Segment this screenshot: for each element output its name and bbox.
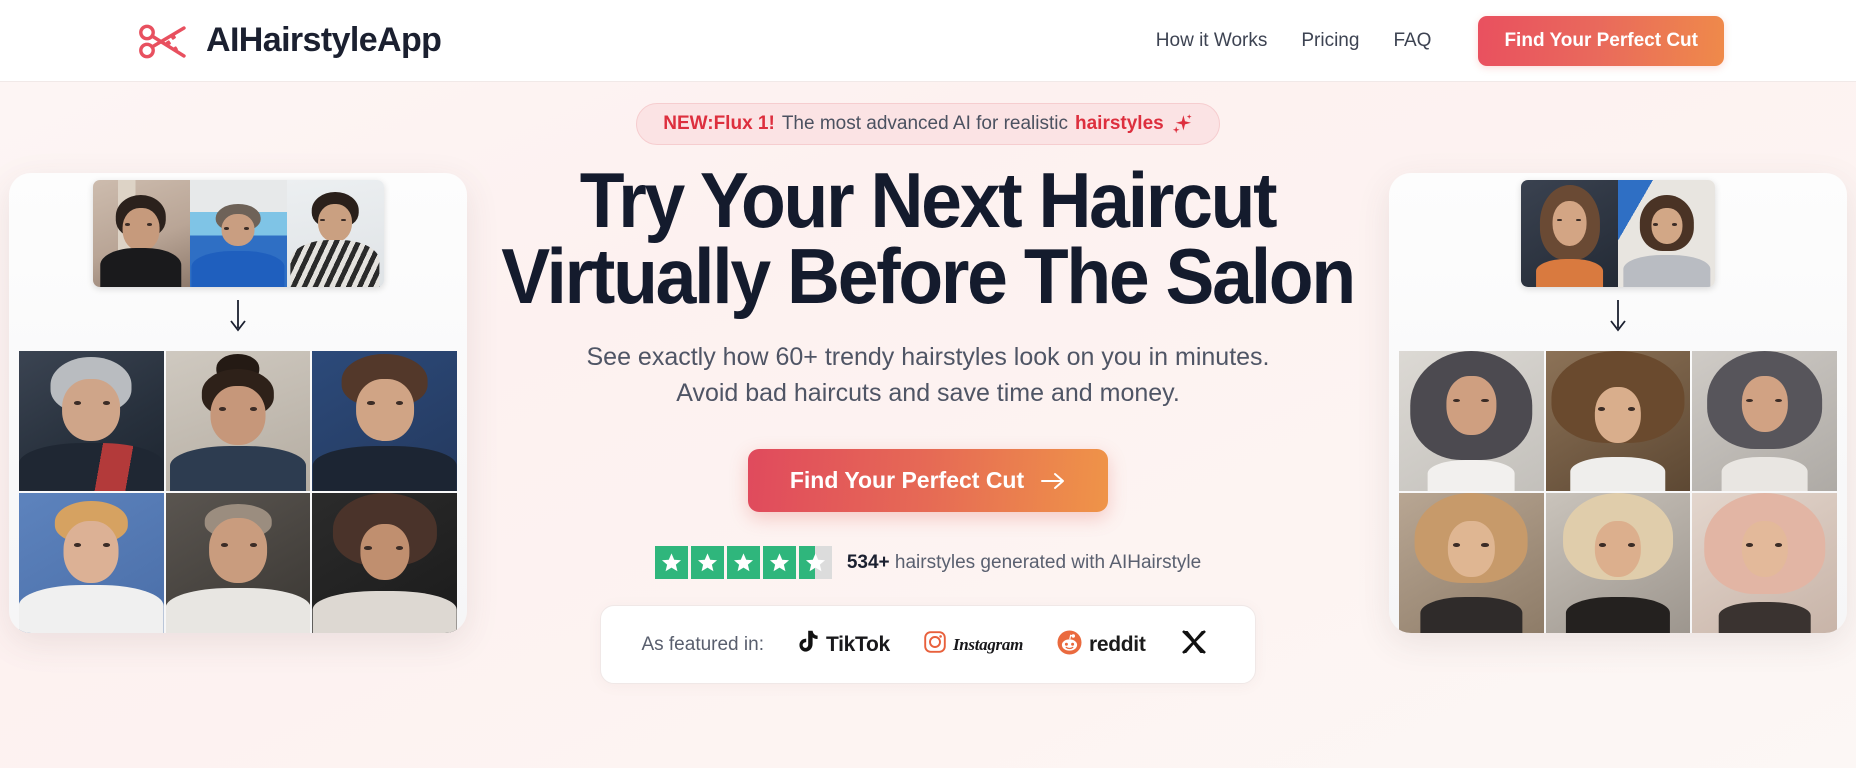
hero-cta-button[interactable]: Find Your Perfect Cut [747, 449, 1109, 513]
rating-caption: hairstyles generated with AIHairstyle [894, 551, 1202, 573]
subheading-line-1: See exactly how 60+ trendy hairstyles lo… [586, 343, 1270, 372]
nav-how-it-works[interactable]: How it Works [1139, 30, 1285, 52]
star-rating [654, 546, 832, 580]
star-half-icon [798, 546, 832, 580]
badge-highlight: hairstyles [1075, 113, 1164, 134]
landing-page: AIHairstyleApp How it Works Pricing FAQ … [0, 0, 1856, 768]
headline-line-2: Virtually Before The Salon [501, 231, 1357, 320]
arrow-right-icon [1040, 471, 1066, 491]
star-icon [654, 546, 688, 580]
site-header: AIHairstyleApp How it Works Pricing FAQ … [0, 0, 1856, 82]
x-icon [1180, 628, 1208, 661]
tiktok-icon [798, 630, 819, 659]
reddit-label: reddit [1089, 632, 1146, 656]
brand-name: AIHairstyleApp [206, 21, 442, 59]
x-logo[interactable] [1180, 628, 1215, 661]
brand-logo[interactable]: AIHairstyleApp [138, 20, 442, 62]
subheading-line-2: Avoid bad haircuts and save time and mon… [676, 378, 1180, 407]
hero-cta-label: Find Your Perfect Cut [789, 467, 1025, 494]
hero-section: NEW:Flux 1! The most advanced AI for rea… [0, 82, 1856, 685]
star-icon [726, 546, 760, 580]
sparkle-icon [1171, 113, 1193, 135]
instagram-label: Instagram [952, 634, 1023, 654]
badge-prefix: NEW:Flux 1! [663, 113, 775, 134]
main-nav: How it Works Pricing FAQ Find Your Perfe… [1139, 15, 1724, 66]
reddit-logo[interactable]: reddit [1057, 630, 1146, 660]
hero-subheading: See exactly how 60+ trendy hairstyles lo… [586, 340, 1269, 411]
scissors-icon [138, 20, 192, 62]
featured-in-card: As featured in: TikTok Instagram reddit [600, 605, 1256, 685]
instagram-icon [924, 631, 946, 658]
rating-text: 534+ hairstyles generated with AIHairsty… [847, 552, 1201, 574]
star-icon [762, 546, 796, 580]
badge-middle-text: The most advanced AI for realistic [781, 113, 1068, 134]
reddit-icon [1057, 630, 1082, 660]
tiktok-logo[interactable]: TikTok [798, 630, 890, 659]
header-cta-button[interactable]: Find Your Perfect Cut [1478, 15, 1724, 66]
rating-count: 534+ [846, 551, 890, 573]
new-feature-badge: NEW:Flux 1! The most advanced AI for rea… [636, 103, 1220, 145]
page-title: Try Your Next Haircut Virtually Before T… [502, 161, 1357, 315]
tiktok-label: TikTok [825, 632, 890, 656]
star-icon [690, 546, 724, 580]
featured-label: As featured in: [641, 633, 764, 655]
nav-pricing[interactable]: Pricing [1284, 30, 1376, 52]
instagram-logo[interactable]: Instagram [924, 631, 1023, 658]
rating-row: 534+ hairstyles generated with AIHairsty… [654, 546, 1201, 580]
nav-faq[interactable]: FAQ [1376, 30, 1448, 52]
